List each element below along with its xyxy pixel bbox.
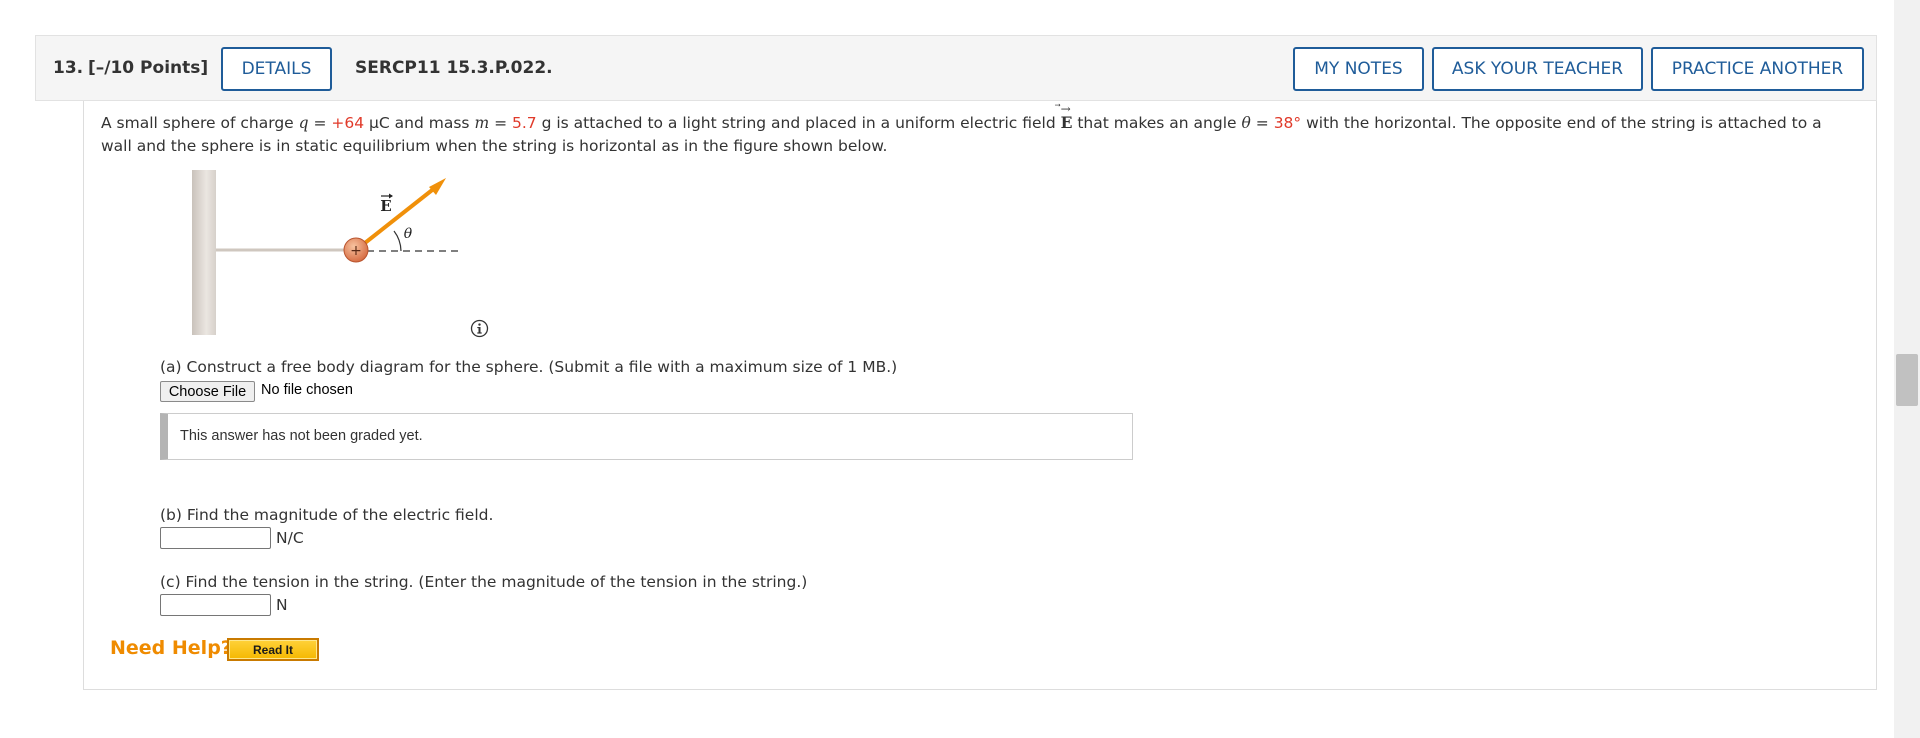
part-a-label: (a) Construct a free body diagram for th…: [160, 358, 898, 376]
my-notes-button[interactable]: MY NOTES: [1293, 47, 1424, 91]
equals-sign: =: [489, 114, 512, 132]
vector-arrow-icon: ⃗→: [1060, 102, 1071, 116]
angle-label: θ: [404, 226, 413, 242]
equals-sign: =: [1250, 114, 1274, 132]
tension-unit: N: [276, 596, 288, 614]
problem-figure: + E θ: [180, 165, 480, 335]
part-b-label: (b) Find the magnitude of the electric f…: [160, 506, 494, 524]
electric-field-unit: N/C: [276, 529, 304, 547]
read-it-button[interactable]: Read It: [227, 638, 319, 661]
ask-your-teacher-button[interactable]: ASK YOUR TEACHER: [1432, 47, 1643, 91]
practice-another-button[interactable]: PRACTICE ANOTHER: [1651, 47, 1864, 91]
question-header: 13. [–/10 Points] DETAILS SERCP11 15.3.P…: [35, 35, 1877, 101]
charge-variable: q: [298, 114, 309, 132]
question-number: 13.: [53, 58, 84, 78]
file-status: No file chosen: [261, 382, 353, 398]
wall: [192, 170, 216, 335]
details-button[interactable]: DETAILS: [221, 47, 332, 91]
mass-variable: m: [474, 114, 490, 132]
grading-status-text: This answer has not been graded yet.: [180, 428, 423, 444]
page: 13. [–/10 Points] DETAILS SERCP11 15.3.P…: [0, 0, 1920, 738]
question-code: SERCP11 15.3.P.022.: [355, 58, 553, 78]
electric-field-vector: ⃗→ E: [1061, 102, 1073, 134]
part-c-label: (c) Find the tension in the string. (Ent…: [160, 573, 808, 591]
question-points: [–/10 Points]: [88, 58, 209, 78]
mass-value: 5.7: [511, 114, 537, 132]
field-label: E: [380, 197, 391, 215]
angle-value: 38°: [1273, 114, 1302, 132]
charge-sign: +: [350, 243, 362, 259]
need-help-label: Need Help?: [110, 637, 232, 659]
problem-text: g is attached to a light string and plac…: [536, 114, 1061, 132]
electric-field-answer-input[interactable]: [160, 527, 271, 549]
problem-statement: A small sphere of charge q = +64 μC and …: [101, 102, 1841, 158]
charge-value: +64: [331, 114, 365, 132]
scrollbar-thumb[interactable]: [1896, 354, 1918, 406]
problem-text: that makes an angle: [1072, 114, 1242, 132]
problem-text: μC and mass: [364, 114, 475, 132]
tension-answer-input[interactable]: [160, 594, 271, 616]
problem-text: A small sphere of charge: [101, 114, 299, 132]
info-icon[interactable]: [470, 319, 489, 338]
angle-variable: θ: [1241, 114, 1251, 132]
field-diagram: + E θ: [192, 170, 462, 335]
field-arrow-shaft: [354, 185, 438, 252]
equals-sign: =: [308, 114, 332, 132]
angle-arc: [393, 230, 402, 252]
choose-file-button[interactable]: Choose File: [160, 381, 255, 402]
